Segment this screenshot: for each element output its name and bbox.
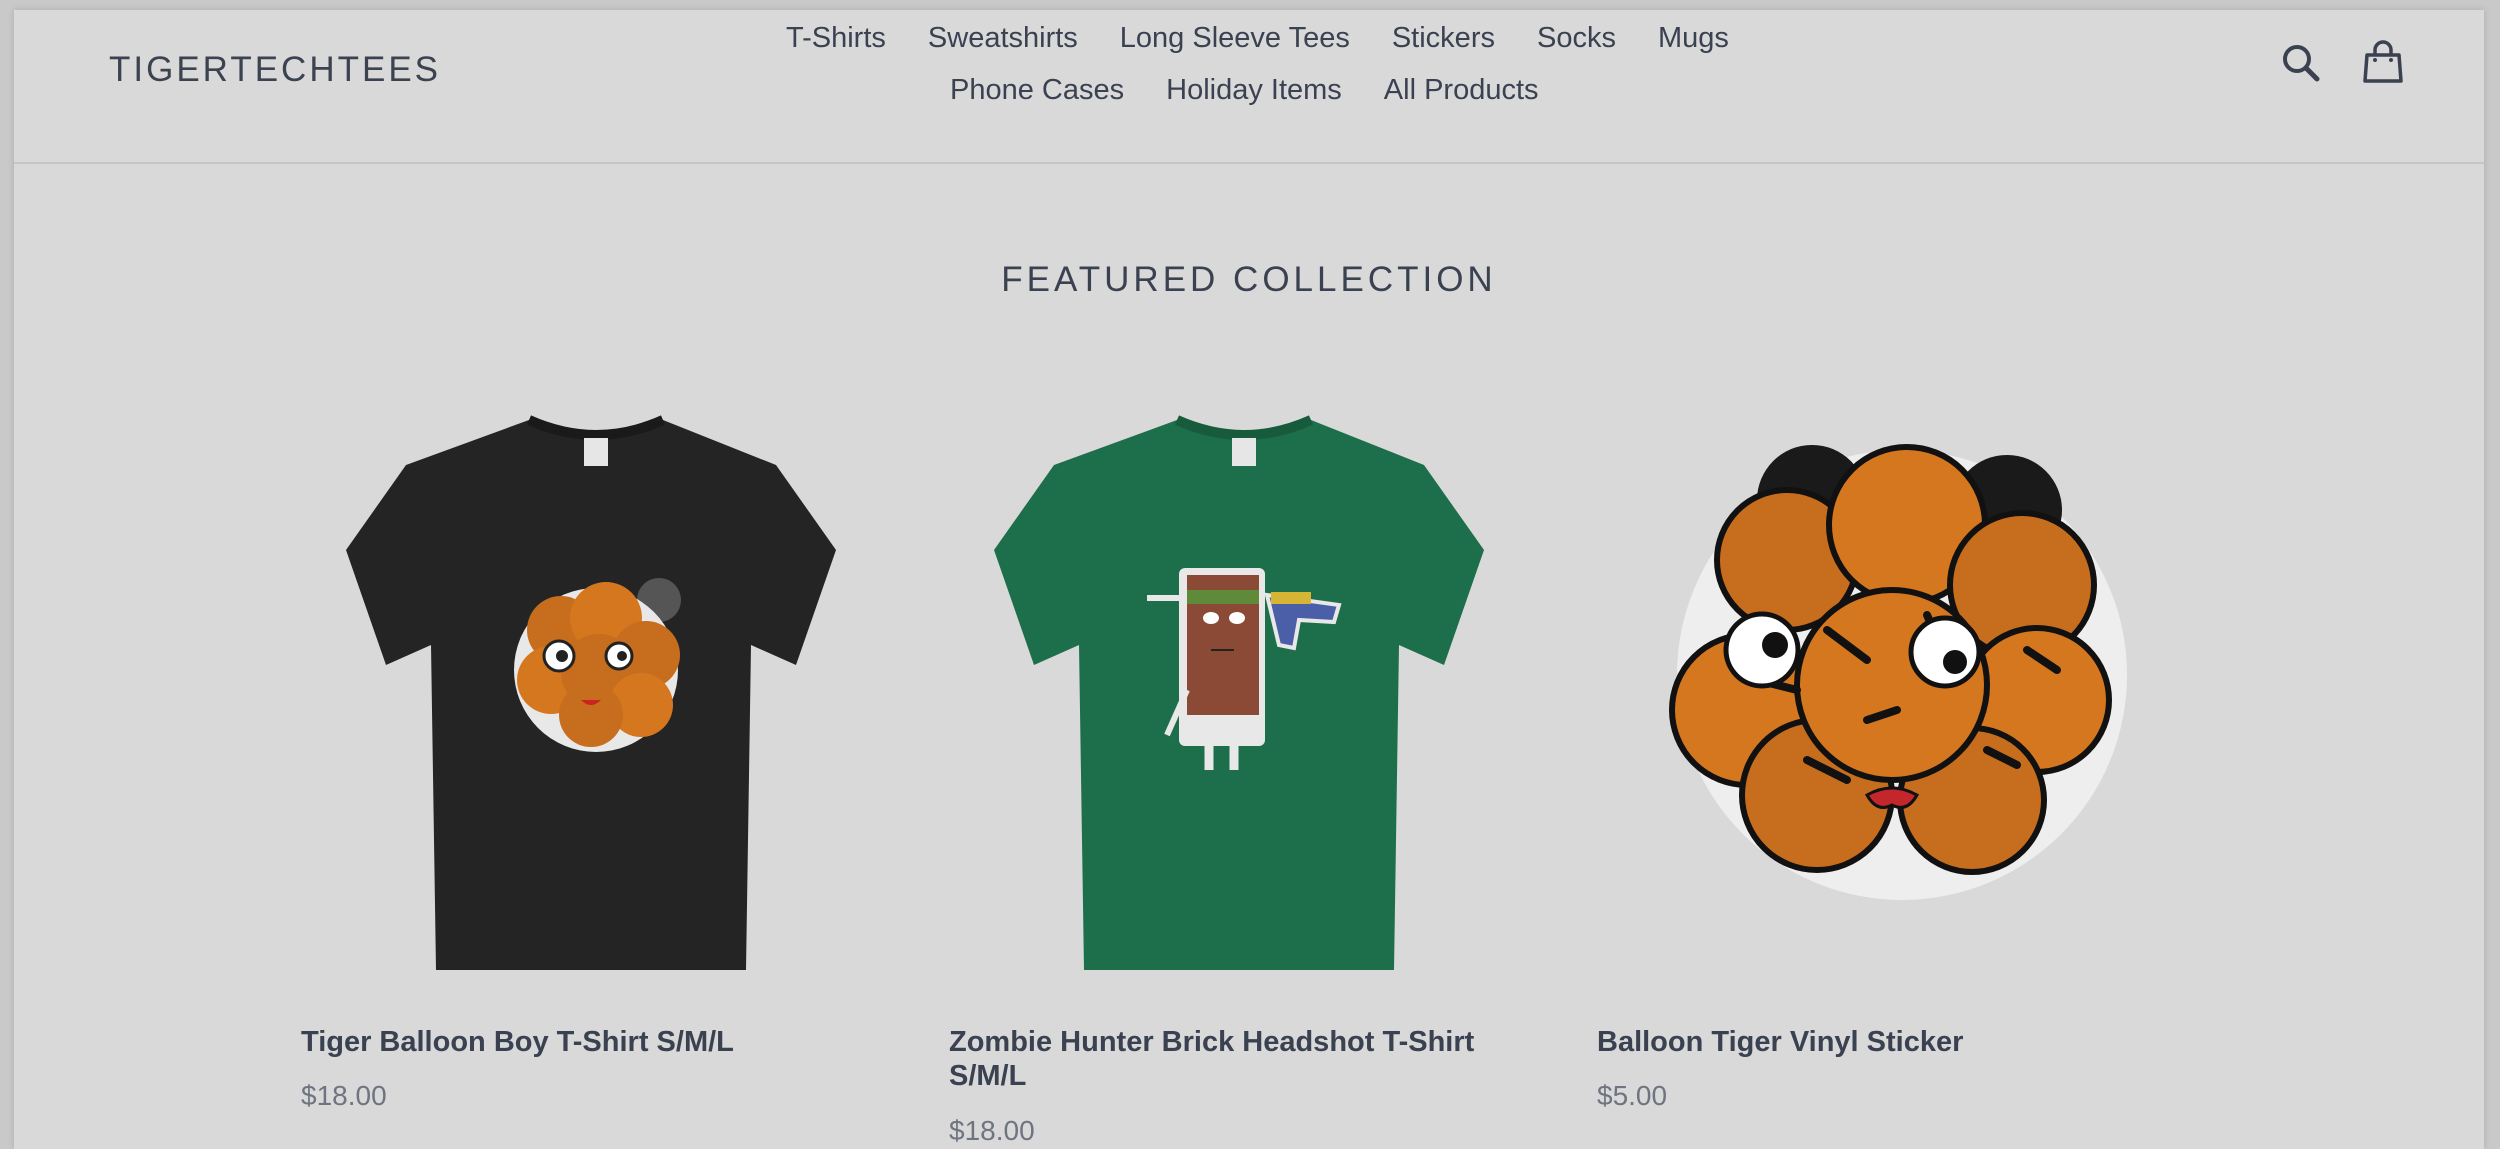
cart-icon [2363, 40, 2403, 83]
nav-item-socks[interactable]: Socks [1537, 22, 1616, 55]
product-price: $18.00 [301, 1080, 387, 1111]
product-image-tiger-sticker[interactable] [1597, 400, 2187, 990]
search-icon [2283, 45, 2320, 82]
search-button[interactable] [2278, 40, 2324, 86]
nav-item-stickers[interactable]: Stickers [1392, 22, 1495, 55]
product-title[interactable]: Balloon Tiger Vinyl Sticker [1597, 1025, 2157, 1059]
product-image-green-tshirt[interactable] [949, 400, 1539, 990]
product-image-black-tshirt[interactable] [301, 400, 891, 990]
nav-item-sweatshirts[interactable]: Sweatshirts [928, 22, 1078, 55]
nav-item-phone-cases[interactable]: Phone Cases [950, 74, 1124, 107]
product-title[interactable]: Tiger Balloon Boy T-Shirt S/M/L [301, 1025, 861, 1059]
tiger-sticker-graphic [1669, 444, 2127, 900]
nav-item-t-shirts[interactable]: T-Shirts [786, 22, 886, 55]
site-header: TIGERTECHTEES T-Shirts Sweatshirts Long … [14, 10, 2484, 164]
cart-button[interactable] [2360, 40, 2406, 86]
nav-item-mugs[interactable]: Mugs [1658, 22, 1729, 55]
nav-item-long-sleeve-tees[interactable]: Long Sleeve Tees [1120, 22, 1350, 55]
page: TIGERTECHTEES T-Shirts Sweatshirts Long … [14, 10, 2484, 1149]
product-title[interactable]: Zombie Hunter Brick Headshot T-Shirt S/M… [949, 1025, 1509, 1093]
section-title: FEATURED COLLECTION [1001, 260, 1497, 299]
product-price: $18.00 [949, 1115, 1035, 1146]
site-logo[interactable]: TIGERTECHTEES [109, 50, 441, 90]
nav-item-holiday-items[interactable]: Holiday Items [1166, 74, 1342, 107]
nav-row-2: Phone Cases Holiday Items All Products [950, 74, 1581, 107]
nav-row-1: T-Shirts Sweatshirts Long Sleeve Tees St… [786, 22, 1771, 55]
nav-item-all-products[interactable]: All Products [1384, 74, 1539, 107]
product-price: $5.00 [1597, 1080, 1668, 1111]
